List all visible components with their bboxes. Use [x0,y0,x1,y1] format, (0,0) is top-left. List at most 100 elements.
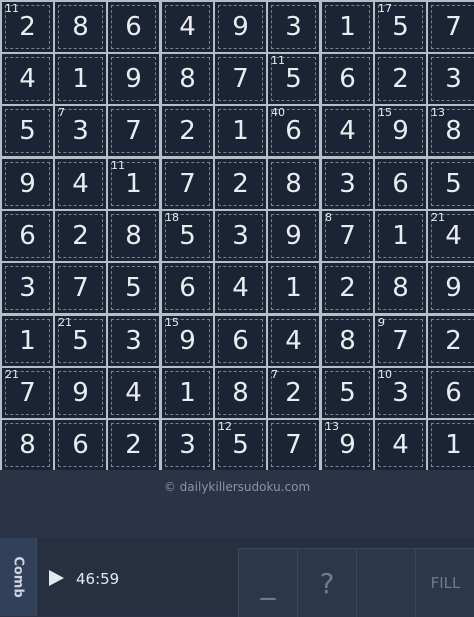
grid-cell[interactable]: 5 11 [268,54,319,104]
grid-cell[interactable]: 5 17 [375,2,426,52]
grid-cell[interactable]: 4 [2,54,53,104]
cage-outline [58,214,103,258]
fill-key[interactable]: FILL [415,548,474,617]
grid-cell[interactable]: 9 [215,2,266,52]
grid-cell[interactable]: 1 [268,263,319,313]
cage-outline [165,57,210,101]
grid-cell[interactable]: 1 [215,106,266,156]
grid-cell[interactable]: 6 [322,54,373,104]
grid-cell[interactable]: 7 [215,54,266,104]
grid-cell[interactable]: 4 [215,263,266,313]
grid-cell[interactable]: 6 [215,316,266,366]
grid-cell[interactable]: 9 [108,54,159,104]
grid-cell[interactable]: 3 [2,263,53,313]
grid-cell[interactable]: 1 [375,211,426,261]
cage-outline [5,319,50,363]
cage-outline [5,214,50,258]
grid-cell[interactable]: 9 [55,368,106,418]
grid-cell[interactable]: 37 [55,106,106,156]
grid-cell[interactable]: 6 [375,159,426,209]
grid-cell[interactable]: 1 [55,54,106,104]
grid-cell[interactable]: 6 [162,263,213,313]
grid-cell[interactable]: 1 [322,2,373,52]
grid-cell[interactable]: 9 15 [162,316,213,366]
grid-cell[interactable]: 4 21 [428,211,474,261]
grid-cell[interactable]: 4 [55,159,106,209]
grid-cell[interactable]: 6 [2,211,53,261]
grid-cell[interactable]: 5 21 [55,316,106,366]
blank-key[interactable] [356,548,415,617]
grid-cell[interactable]: 5 [428,159,474,209]
underscore-key[interactable]: _ [238,548,297,617]
grid-cell[interactable]: 8 [375,263,426,313]
grid-cell[interactable]: 7 21 [2,368,53,418]
grid-cell[interactable]: 3 [268,2,319,52]
grid-cell[interactable]: 7 [162,159,213,209]
grid-cell[interactable]: 8 [322,316,373,366]
grid-cell[interactable]: 2 [215,159,266,209]
grid-cell[interactable]: 7 [55,263,106,313]
grid-cell[interactable]: 3 [428,54,474,104]
grid-cell[interactable]: 9 13 [322,420,373,470]
grid-cell[interactable]: 3 [162,420,213,470]
grid-cell[interactable]: 2 [108,420,159,470]
comb-tab[interactable]: Comb [0,538,37,616]
grid-cell[interactable]: 9 [428,263,474,313]
grid-cell[interactable]: 1 11 [108,159,159,209]
grid-cell[interactable]: 78 [322,211,373,261]
grid-cell[interactable]: 3 [322,159,373,209]
cage-outline [378,266,423,310]
grid-cell[interactable]: 4 [108,368,159,418]
grid-cell[interactable]: 5 [322,368,373,418]
grid-cell[interactable]: 4 [162,2,213,52]
cage-outline [5,423,50,467]
grid-cell[interactable]: 9 15 [375,106,426,156]
grid-cell[interactable]: 4 [268,316,319,366]
sudoku-board: 2 11 8 6 4 9 3 1 5 17 7 4 1 9 8 7 5 11 6 2 3 5 3 7 7 2 1 6 40 4 9 15 8 13… [0,0,474,470]
grid-cell[interactable]: 8 [2,420,53,470]
grid-cell[interactable]: 1 [428,420,474,470]
grid-cell[interactable]: 6 [55,420,106,470]
grid-cell[interactable]: 5 [2,106,53,156]
play-icon[interactable] [46,568,66,588]
grid-cell[interactable]: 3 [215,211,266,261]
grid-cell[interactable]: 7 [428,2,474,52]
grid-cell[interactable]: 5 12 [215,420,266,470]
grid-cell[interactable]: 1 [162,368,213,418]
grid-cell[interactable]: 7 [108,106,159,156]
grid-cell[interactable]: 2 [375,54,426,104]
grid-cell[interactable]: 8 [215,368,266,418]
cage-outline [111,319,156,363]
grid-cell[interactable]: 9 [2,159,53,209]
grid-cell[interactable]: 8 [162,54,213,104]
grid-cell[interactable]: 9 [268,211,319,261]
cage-outline [111,5,156,49]
grid-cell[interactable]: 6 [108,2,159,52]
grid-cell[interactable]: 7 [268,420,319,470]
grid-cell[interactable]: 4 [322,106,373,156]
grid-cell[interactable]: 2 [428,316,474,366]
cage-outline [111,266,156,310]
grid-cell[interactable]: 8 [108,211,159,261]
cage-outline [111,109,156,153]
grid-cell[interactable]: 5 18 [162,211,213,261]
grid-cell[interactable]: 8 13 [428,106,474,156]
grid-cell[interactable]: 6 [428,368,474,418]
grid-cell[interactable]: 4 [375,420,426,470]
grid-cell[interactable]: 5 [108,263,159,313]
grid-cell[interactable]: 3 [108,316,159,366]
grid-cell[interactable]: 3 10 [375,368,426,418]
grid-cell[interactable]: 2 11 [2,2,53,52]
grid-cell[interactable]: 2 [322,263,373,313]
grid-cell[interactable]: 8 [55,2,106,52]
comb-label: Comb [10,556,26,598]
grid-cell[interactable]: 79 [375,316,426,366]
grid-cell[interactable]: 2 [162,106,213,156]
grid-cell[interactable]: 2 [55,211,106,261]
grid-cell[interactable]: 8 [268,159,319,209]
grid-cell[interactable]: 27 [268,368,319,418]
grid-cell[interactable]: 1 [2,316,53,366]
cage-outline [218,371,263,415]
help-key[interactable]: ? [297,548,356,617]
grid-cell[interactable]: 6 40 [268,106,319,156]
